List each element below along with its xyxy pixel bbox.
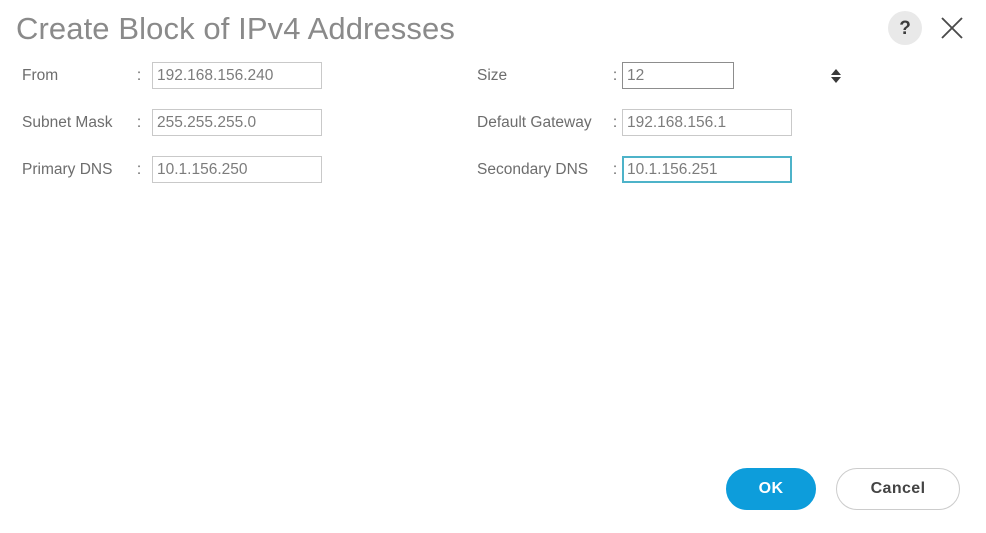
label-secondary-dns: Secondary DNS bbox=[477, 161, 589, 178]
question-mark-icon: ? bbox=[899, 17, 911, 39]
header-actions: ? bbox=[888, 11, 968, 45]
close-button[interactable] bbox=[936, 12, 968, 44]
chevron-down-icon[interactable] bbox=[831, 76, 841, 83]
page-title: Create Block of IPv4 Addresses bbox=[16, 11, 455, 46]
colon-secondary-dns: : bbox=[612, 161, 618, 178]
label-primary-dns: Primary DNS bbox=[22, 161, 113, 178]
label-size: Size bbox=[477, 67, 508, 84]
help-button[interactable]: ? bbox=[888, 11, 922, 45]
dialog-header: Create Block of IPv4 Addresses ? bbox=[0, 0, 986, 62]
close-icon bbox=[939, 15, 965, 41]
colon-subnet-mask: : bbox=[136, 114, 142, 131]
form-row-secondary-dns: Secondary DNS : bbox=[477, 156, 792, 183]
form-column-left: From : Subnet Mask : Primary DNS : bbox=[22, 62, 322, 203]
form-row-default-gateway: Default Gateway : bbox=[477, 109, 792, 136]
dialog-footer: OK Cancel bbox=[726, 468, 960, 510]
secondary-dns-input[interactable] bbox=[622, 156, 792, 183]
ok-button[interactable]: OK bbox=[726, 468, 816, 510]
colon-default-gateway: : bbox=[612, 114, 618, 131]
colon-primary-dns: : bbox=[136, 161, 142, 178]
cancel-button[interactable]: Cancel bbox=[836, 468, 960, 510]
form-body: From : Subnet Mask : Primary DNS : Size … bbox=[0, 62, 986, 442]
chevron-up-icon[interactable] bbox=[831, 68, 841, 75]
label-subnet-mask: Subnet Mask bbox=[22, 114, 113, 131]
form-row-primary-dns: Primary DNS : bbox=[22, 156, 322, 183]
size-stepper[interactable] bbox=[622, 62, 841, 89]
default-gateway-input[interactable] bbox=[622, 109, 792, 136]
size-stepper-arrows[interactable] bbox=[831, 63, 844, 88]
label-default-gateway: Default Gateway bbox=[477, 114, 592, 131]
form-column-right: Size : Default Gateway : Secondary DNS : bbox=[477, 62, 841, 203]
form-row-size: Size : bbox=[477, 62, 841, 89]
colon-from: : bbox=[136, 67, 142, 84]
label-from: From bbox=[22, 67, 59, 84]
primary-dns-input[interactable] bbox=[152, 156, 322, 183]
size-input[interactable] bbox=[623, 63, 831, 88]
form-row-from: From : bbox=[22, 62, 322, 89]
form-row-subnet-mask: Subnet Mask : bbox=[22, 109, 322, 136]
colon-size: : bbox=[612, 67, 618, 84]
subnet-mask-input[interactable] bbox=[152, 109, 322, 136]
from-input[interactable] bbox=[152, 62, 322, 89]
